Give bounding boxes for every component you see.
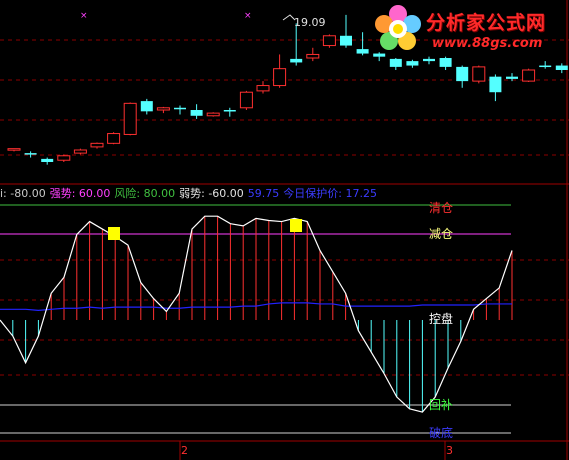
candle-body xyxy=(389,58,402,67)
candle-body xyxy=(539,65,552,68)
candle-body xyxy=(423,58,435,62)
candle-body xyxy=(239,91,253,109)
candle-body xyxy=(356,49,369,54)
candle-body xyxy=(273,68,287,87)
site-logo: 分析家公式网 www.88gs.com xyxy=(370,2,565,54)
zone-label-bottom: 破底 xyxy=(429,425,453,440)
stock-chart: × × 19.09 清仓 减仓 控盘 回补 破底 2 3 xyxy=(0,0,569,460)
candle-body xyxy=(41,158,54,162)
candle-body xyxy=(223,110,236,112)
candle-body xyxy=(73,149,87,154)
candle-body xyxy=(190,110,203,116)
legend-item: 强势: 60.00 xyxy=(49,187,111,200)
indicator-legend: i: -80.00 强势: 60.00 风险: 80.00 弱势: -60.00 59.… xyxy=(0,185,381,200)
axis-label-2: 2 xyxy=(181,444,188,457)
x-marker: × xyxy=(80,11,88,21)
axis-label-3: 3 xyxy=(446,444,453,457)
candle-body xyxy=(555,65,568,70)
candle-body xyxy=(57,155,71,161)
logo-url: www.88gs.com xyxy=(432,36,543,51)
signal-marker xyxy=(108,227,120,240)
candle-body xyxy=(174,107,186,110)
indicator-grid xyxy=(0,259,569,376)
candle-body xyxy=(107,133,121,144)
zone-label-top: 清仓 xyxy=(429,201,453,215)
price-grid xyxy=(0,39,569,156)
candle-body xyxy=(206,112,220,117)
zone-label-reduce: 减仓 xyxy=(429,227,453,241)
legend-item: 风险: 80.00 xyxy=(114,187,176,200)
candle-body xyxy=(156,107,170,111)
candle-body xyxy=(90,142,104,148)
high-price-label: 19.09 xyxy=(294,16,326,29)
candle-body xyxy=(522,69,536,82)
candle-body xyxy=(439,58,452,67)
candle-body xyxy=(406,61,419,66)
flower-logo-icon xyxy=(375,5,421,50)
legend-item: 59.75 xyxy=(247,187,280,200)
signal-marker xyxy=(290,219,302,232)
candle-body xyxy=(340,35,352,46)
logo-title: 分析家公式网 xyxy=(426,12,547,34)
candle-body xyxy=(123,102,137,135)
legend-item: 今日保护价: 17.25 xyxy=(283,187,377,200)
candle-body xyxy=(456,66,469,82)
candle-body xyxy=(306,53,320,59)
candle-body xyxy=(472,66,486,82)
x-marker: × xyxy=(244,11,252,21)
zone-label-control: 控盘 xyxy=(429,311,453,326)
candle-body xyxy=(256,85,270,92)
candle-body xyxy=(373,53,386,57)
candle-body xyxy=(322,35,336,47)
candle-body xyxy=(7,148,21,151)
candle-body xyxy=(489,76,502,93)
legend-item: i: -80.00 xyxy=(0,187,46,200)
zone-label-add: 回补 xyxy=(429,398,453,412)
legend-item: 弱势: -60.00 xyxy=(179,187,244,200)
candle-body xyxy=(290,58,303,63)
candle-body xyxy=(506,76,518,79)
candle-body xyxy=(140,101,153,112)
candle-body xyxy=(24,153,37,155)
